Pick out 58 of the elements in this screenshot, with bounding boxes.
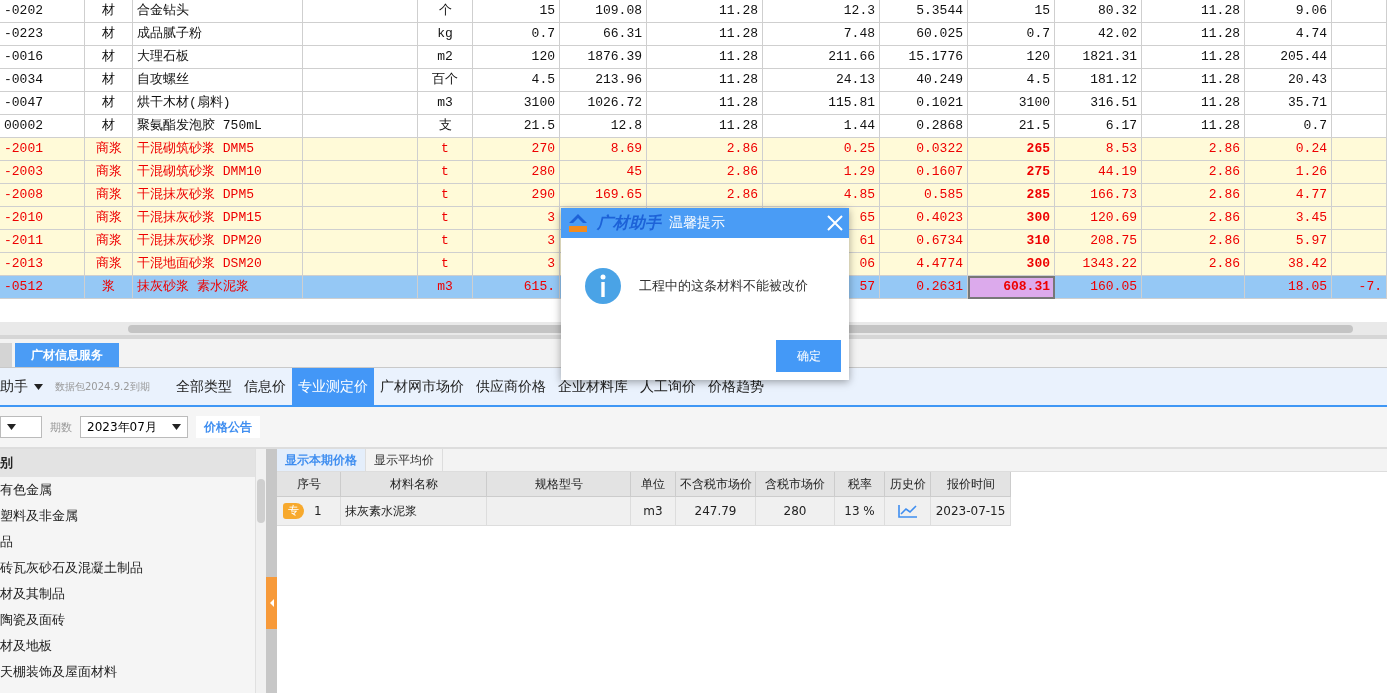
- column-header: 报价时间: [931, 472, 1011, 497]
- price-type-tab[interactable]: 人工询价: [633, 368, 702, 405]
- table-row[interactable]: -0223 材 成品腻子粉 kg 0.7 66.31 11.28 7.48 60.025 0.7 42.02 11.28 4.74: [0, 23, 1387, 46]
- column-header: 税率: [835, 472, 885, 497]
- table-cell-text: 抹灰素水泥浆: [345, 503, 417, 520]
- dialog-message: 工程中的这条材料不能被改价: [639, 277, 808, 295]
- price-type-tab[interactable]: 信息价: [237, 368, 292, 405]
- table-cell-text: 13 %: [844, 503, 875, 520]
- column-header: 规格型号: [487, 472, 631, 497]
- info-icon: [585, 268, 621, 304]
- column-header: 材料名称: [341, 472, 487, 497]
- collapse-handle[interactable]: [266, 577, 277, 629]
- table-cell-text: 1: [314, 503, 322, 520]
- table-row[interactable]: -2003 商浆 干混砌筑砂浆 DMM10 t 280 45 2.86 1.29 0.1607 275 44.19 2.86 1.26: [0, 161, 1387, 184]
- house-logo-icon: [567, 213, 589, 233]
- special-badge: 专: [283, 503, 304, 519]
- column-header: 历史价: [885, 472, 931, 497]
- category-item[interactable]: 材及地板: [0, 633, 255, 659]
- dialog-title: 温馨提示: [669, 214, 726, 232]
- table-row[interactable]: -2008 商浆 干混抹灰砂浆 DPM5 t 290 169.65 2.86 4.85 0.585 285 166.73 2.86 4.77: [0, 184, 1387, 207]
- table-cell-text: 247.79: [694, 503, 737, 520]
- category-item[interactable]: 天棚装饰及屋面材料: [0, 659, 255, 685]
- price-type-tab[interactable]: 企业材料库: [551, 368, 634, 405]
- column-header: 含税市场价: [756, 472, 835, 497]
- price-type-tab[interactable]: 全部类型: [169, 368, 238, 405]
- caret-icon: [34, 383, 43, 390]
- category-item[interactable]: 材及其制品: [0, 581, 255, 607]
- vertical-scrollbar[interactable]: [255, 449, 266, 693]
- app-name[interactable]: 助手: [0, 377, 28, 396]
- caret-icon: [172, 424, 181, 430]
- table-cell-text: m3: [643, 503, 663, 520]
- package-note: 数据包2024.9.2到期: [55, 379, 150, 394]
- category-item[interactable]: 品: [0, 529, 255, 555]
- table-row[interactable]: -0034 材 自攻螺丝 百个 4.5 213.96 11.28 24.13 40.249 4.5 181.12 11.28 20.43: [0, 69, 1387, 92]
- trend-chart-icon[interactable]: [897, 504, 918, 518]
- price-type-tab[interactable]: 供应商价格: [469, 368, 552, 405]
- table-cell-text: 2023-07-15: [935, 503, 1006, 520]
- table-row[interactable]: 00002 材 聚氨酯发泡胶 750mL 支 21.5 12.8 11.28 1.44 0.2868 21.5 6.17 11.28 0.7: [0, 115, 1387, 138]
- column-header: 单位: [631, 472, 676, 497]
- category-item[interactable]: 塑料及非金属: [0, 503, 255, 529]
- category-header: 别: [0, 449, 255, 477]
- category-item[interactable]: 陶瓷及面砖: [0, 607, 255, 633]
- table-row[interactable]: -0047 材 烘干木材(扇料) m3 3100 1026.72 11.28 115.81 0.1021 3100 316.51 11.28 35.71: [0, 92, 1387, 115]
- category-item[interactable]: 有色金属: [0, 477, 255, 503]
- caret-icon: [7, 424, 16, 430]
- table-cell-text: 280: [783, 503, 807, 520]
- period-label: 期数: [50, 419, 72, 435]
- column-header: 序号: [277, 472, 341, 497]
- table-row[interactable]: -0016 材 大理石板 m2 120 1876.39 11.28 211.66 15.1776 120 1821.31 11.28 205.44: [0, 46, 1387, 69]
- period-dropdown[interactable]: 2023年07月: [80, 416, 188, 438]
- table-row[interactable]: -0202 材 合金钻头 个 15 109.08 11.28 12.3 5.3544 15 80.32 11.28 9.06: [0, 0, 1387, 23]
- table-row[interactable]: -2001 商浆 干混砌筑砂浆 DMM5 t 270 8.69 2.86 0.25 0.0322 265 8.53 2.86 0.24: [0, 138, 1387, 161]
- region-dropdown[interactable]: [0, 416, 42, 438]
- price-type-tab[interactable]: 广材网市场价: [373, 368, 470, 405]
- column-header: 不含税市场价: [676, 472, 756, 497]
- category-item[interactable]: 砖瓦灰砂石及混凝土制品: [0, 555, 255, 581]
- price-type-tab[interactable]: 价格趋势: [701, 368, 770, 405]
- close-button[interactable]: [827, 215, 843, 231]
